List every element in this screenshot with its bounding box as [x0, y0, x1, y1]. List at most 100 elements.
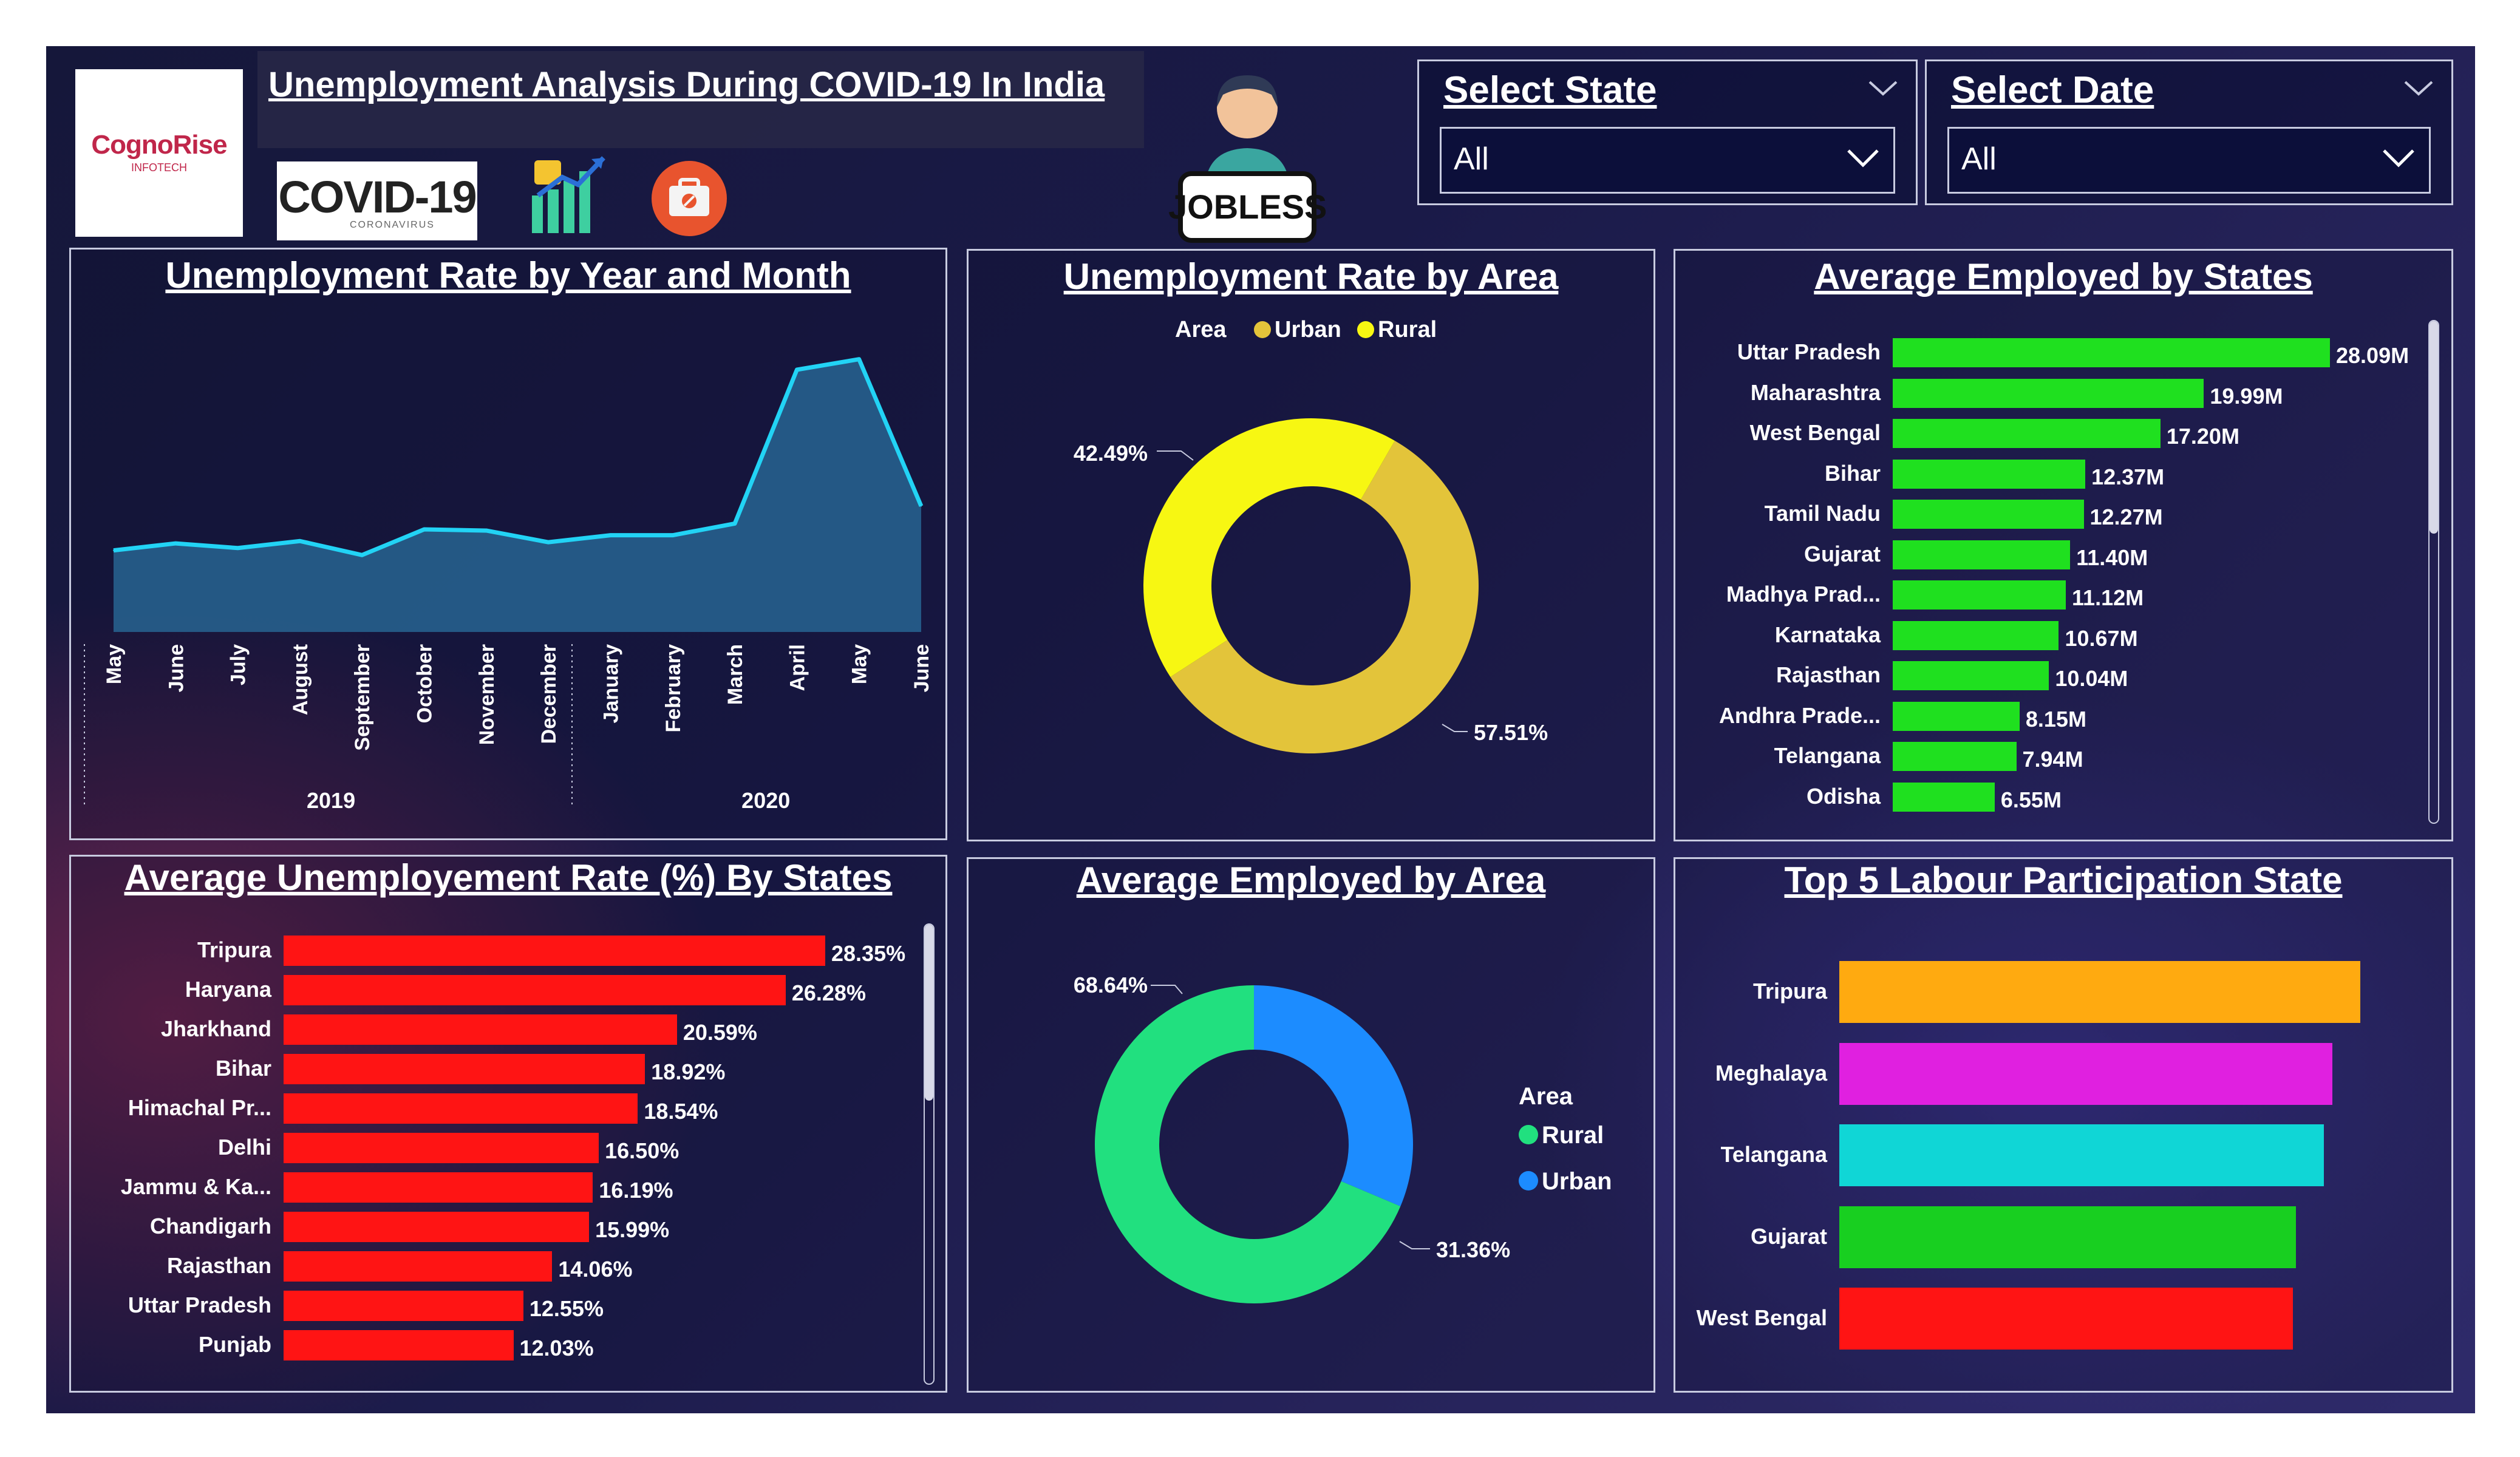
legend-marker [1357, 321, 1374, 338]
category-label: West Bengal [1696, 1305, 1827, 1330]
state-slicer[interactable]: Select State All [1417, 59, 1918, 205]
bar[interactable] [284, 1133, 599, 1163]
bar[interactable] [1839, 1288, 2293, 1350]
employed-area-panel[interactable]: Average Employed by Area Area Rural Urban 6… [967, 857, 1655, 1393]
title-bar: Unemployment Analysis During COVID-19 In… [257, 51, 1144, 148]
donut-slice [1143, 418, 1395, 678]
scrollbar[interactable] [2428, 320, 2439, 824]
bar[interactable] [1839, 961, 2360, 1023]
category-label: Jammu & Ka... [120, 1174, 271, 1199]
employed-states-panel[interactable]: Average Employed by States Uttar Pradesh… [1674, 249, 2453, 841]
x-tick-label: September [351, 644, 374, 751]
data-label: 17.20M [2166, 424, 2239, 449]
bar[interactable] [284, 1093, 638, 1124]
scrollbar-thumb[interactable] [925, 925, 933, 1101]
employed-area-donut: Area Rural Urban 68.64% 31.36% [1074, 973, 1612, 1303]
chevron-down-icon[interactable] [1846, 148, 1880, 172]
bar[interactable] [1893, 459, 2086, 489]
bar[interactable] [284, 936, 825, 966]
x-tick-label: January [599, 644, 622, 723]
data-point [672, 534, 673, 536]
x-tick-label: April [786, 644, 809, 691]
chevron-down-icon[interactable] [2382, 148, 2416, 172]
scrollbar[interactable] [924, 923, 935, 1385]
legend-marker [1519, 1171, 1538, 1190]
x-tick-label: December [537, 644, 560, 744]
category-label: Uttar Pradesh [1737, 339, 1881, 364]
bar[interactable] [1839, 1042, 2333, 1105]
bar[interactable] [1893, 500, 2084, 529]
chevron-down-icon[interactable] [1867, 80, 1899, 101]
category-label: Punjab [198, 1332, 271, 1357]
bar[interactable] [1893, 661, 2049, 690]
legend-title: Area [1175, 317, 1227, 342]
year-label: 2020 [741, 788, 790, 813]
state-dropdown-value: All [1454, 141, 1489, 177]
category-label: Madhya Prad... [1726, 582, 1881, 606]
data-point [175, 543, 177, 545]
dashboard-canvas: CognoRise INFOTECH Unemployment Analysis… [46, 46, 2475, 1413]
unemployment-rate-area-chart: May June July August September October Novembe… [84, 357, 933, 813]
line-chart-panel[interactable]: Unemployment Rate by Year and Month May J… [69, 248, 947, 840]
data-label: 15.99% [595, 1217, 670, 1242]
bar[interactable] [284, 1251, 553, 1282]
bar[interactable] [1839, 1206, 2297, 1268]
leader-line [1442, 724, 1468, 732]
state-dropdown[interactable]: All [1440, 127, 1895, 194]
jobless-person-icon: JOBLESS [1168, 70, 1327, 246]
labour-bar-chart: Tripura Meghalaya Telangana Gujarat West Ben… [1675, 859, 2453, 1391]
data-label: 26.28% [791, 980, 866, 1005]
bar[interactable] [1839, 1124, 2324, 1186]
bar[interactable] [284, 1054, 645, 1084]
growth-chart-icon [526, 153, 611, 238]
cognorise-logo: CognoRise INFOTECH [75, 69, 243, 237]
bar[interactable] [284, 1291, 523, 1321]
data-point [423, 529, 425, 531]
date-dropdown[interactable]: All [1947, 127, 2431, 194]
data-label: 10.67M [2065, 625, 2138, 651]
x-tick-label: March [724, 644, 747, 705]
legend-label: Rural [1542, 1122, 1604, 1149]
data-label: 7.94M [2022, 747, 2083, 772]
category-label: Chandigarh [149, 1214, 271, 1238]
category-label: Rajasthan [166, 1253, 271, 1278]
bar[interactable] [284, 1330, 514, 1360]
labour-panel[interactable]: Top 5 Labour Participation State Tripura… [1674, 857, 2453, 1393]
data-point [734, 523, 736, 525]
bar[interactable] [1893, 580, 2066, 610]
scrollbar-thumb[interactable] [2430, 321, 2438, 534]
legend-label: Urban [1275, 317, 1341, 342]
category-label: Delhi [217, 1135, 271, 1160]
data-label: 16.19% [599, 1178, 673, 1203]
data-point [548, 542, 550, 543]
x-tick-label: June [910, 644, 933, 692]
bar[interactable] [284, 975, 786, 1005]
unemp-states-panel[interactable]: Average Unemployement Rate (%) By States… [69, 855, 947, 1393]
bar[interactable] [284, 1014, 677, 1045]
area-donut-panel[interactable]: Unemployment Rate by Area Area Urban Rural… [967, 249, 1655, 841]
donut-slice [1254, 985, 1413, 1206]
data-label: 12.27M [2089, 504, 2163, 529]
bar[interactable] [1893, 742, 2017, 771]
date-slicer-title: Select Date [1951, 69, 2154, 111]
bar[interactable] [1893, 378, 2204, 408]
bar[interactable] [1893, 701, 2020, 731]
bar[interactable] [1893, 782, 1995, 812]
bar[interactable] [1893, 419, 2161, 448]
date-slicer[interactable]: Select Date All [1925, 59, 2453, 205]
bar[interactable] [1893, 620, 2059, 650]
chevron-down-icon[interactable] [2403, 80, 2434, 101]
data-label: 6.55M [2000, 787, 2062, 812]
data-label: 10.04M [2055, 666, 2128, 691]
bar[interactable] [1893, 338, 2330, 367]
x-tick-label: February [662, 644, 685, 733]
employed-states-bar-chart: Uttar Pradesh 28.09M Maharashtra 19.99M West… [1675, 251, 2453, 840]
data-point [299, 540, 301, 542]
bar[interactable] [284, 1172, 593, 1203]
data-point [610, 534, 611, 536]
category-label: Andhra Prade... [1718, 702, 1881, 728]
bar[interactable] [1893, 540, 2071, 569]
x-tick-label: May [848, 644, 871, 684]
bar[interactable] [284, 1212, 590, 1242]
data-label: 12.37M [2091, 464, 2165, 489]
